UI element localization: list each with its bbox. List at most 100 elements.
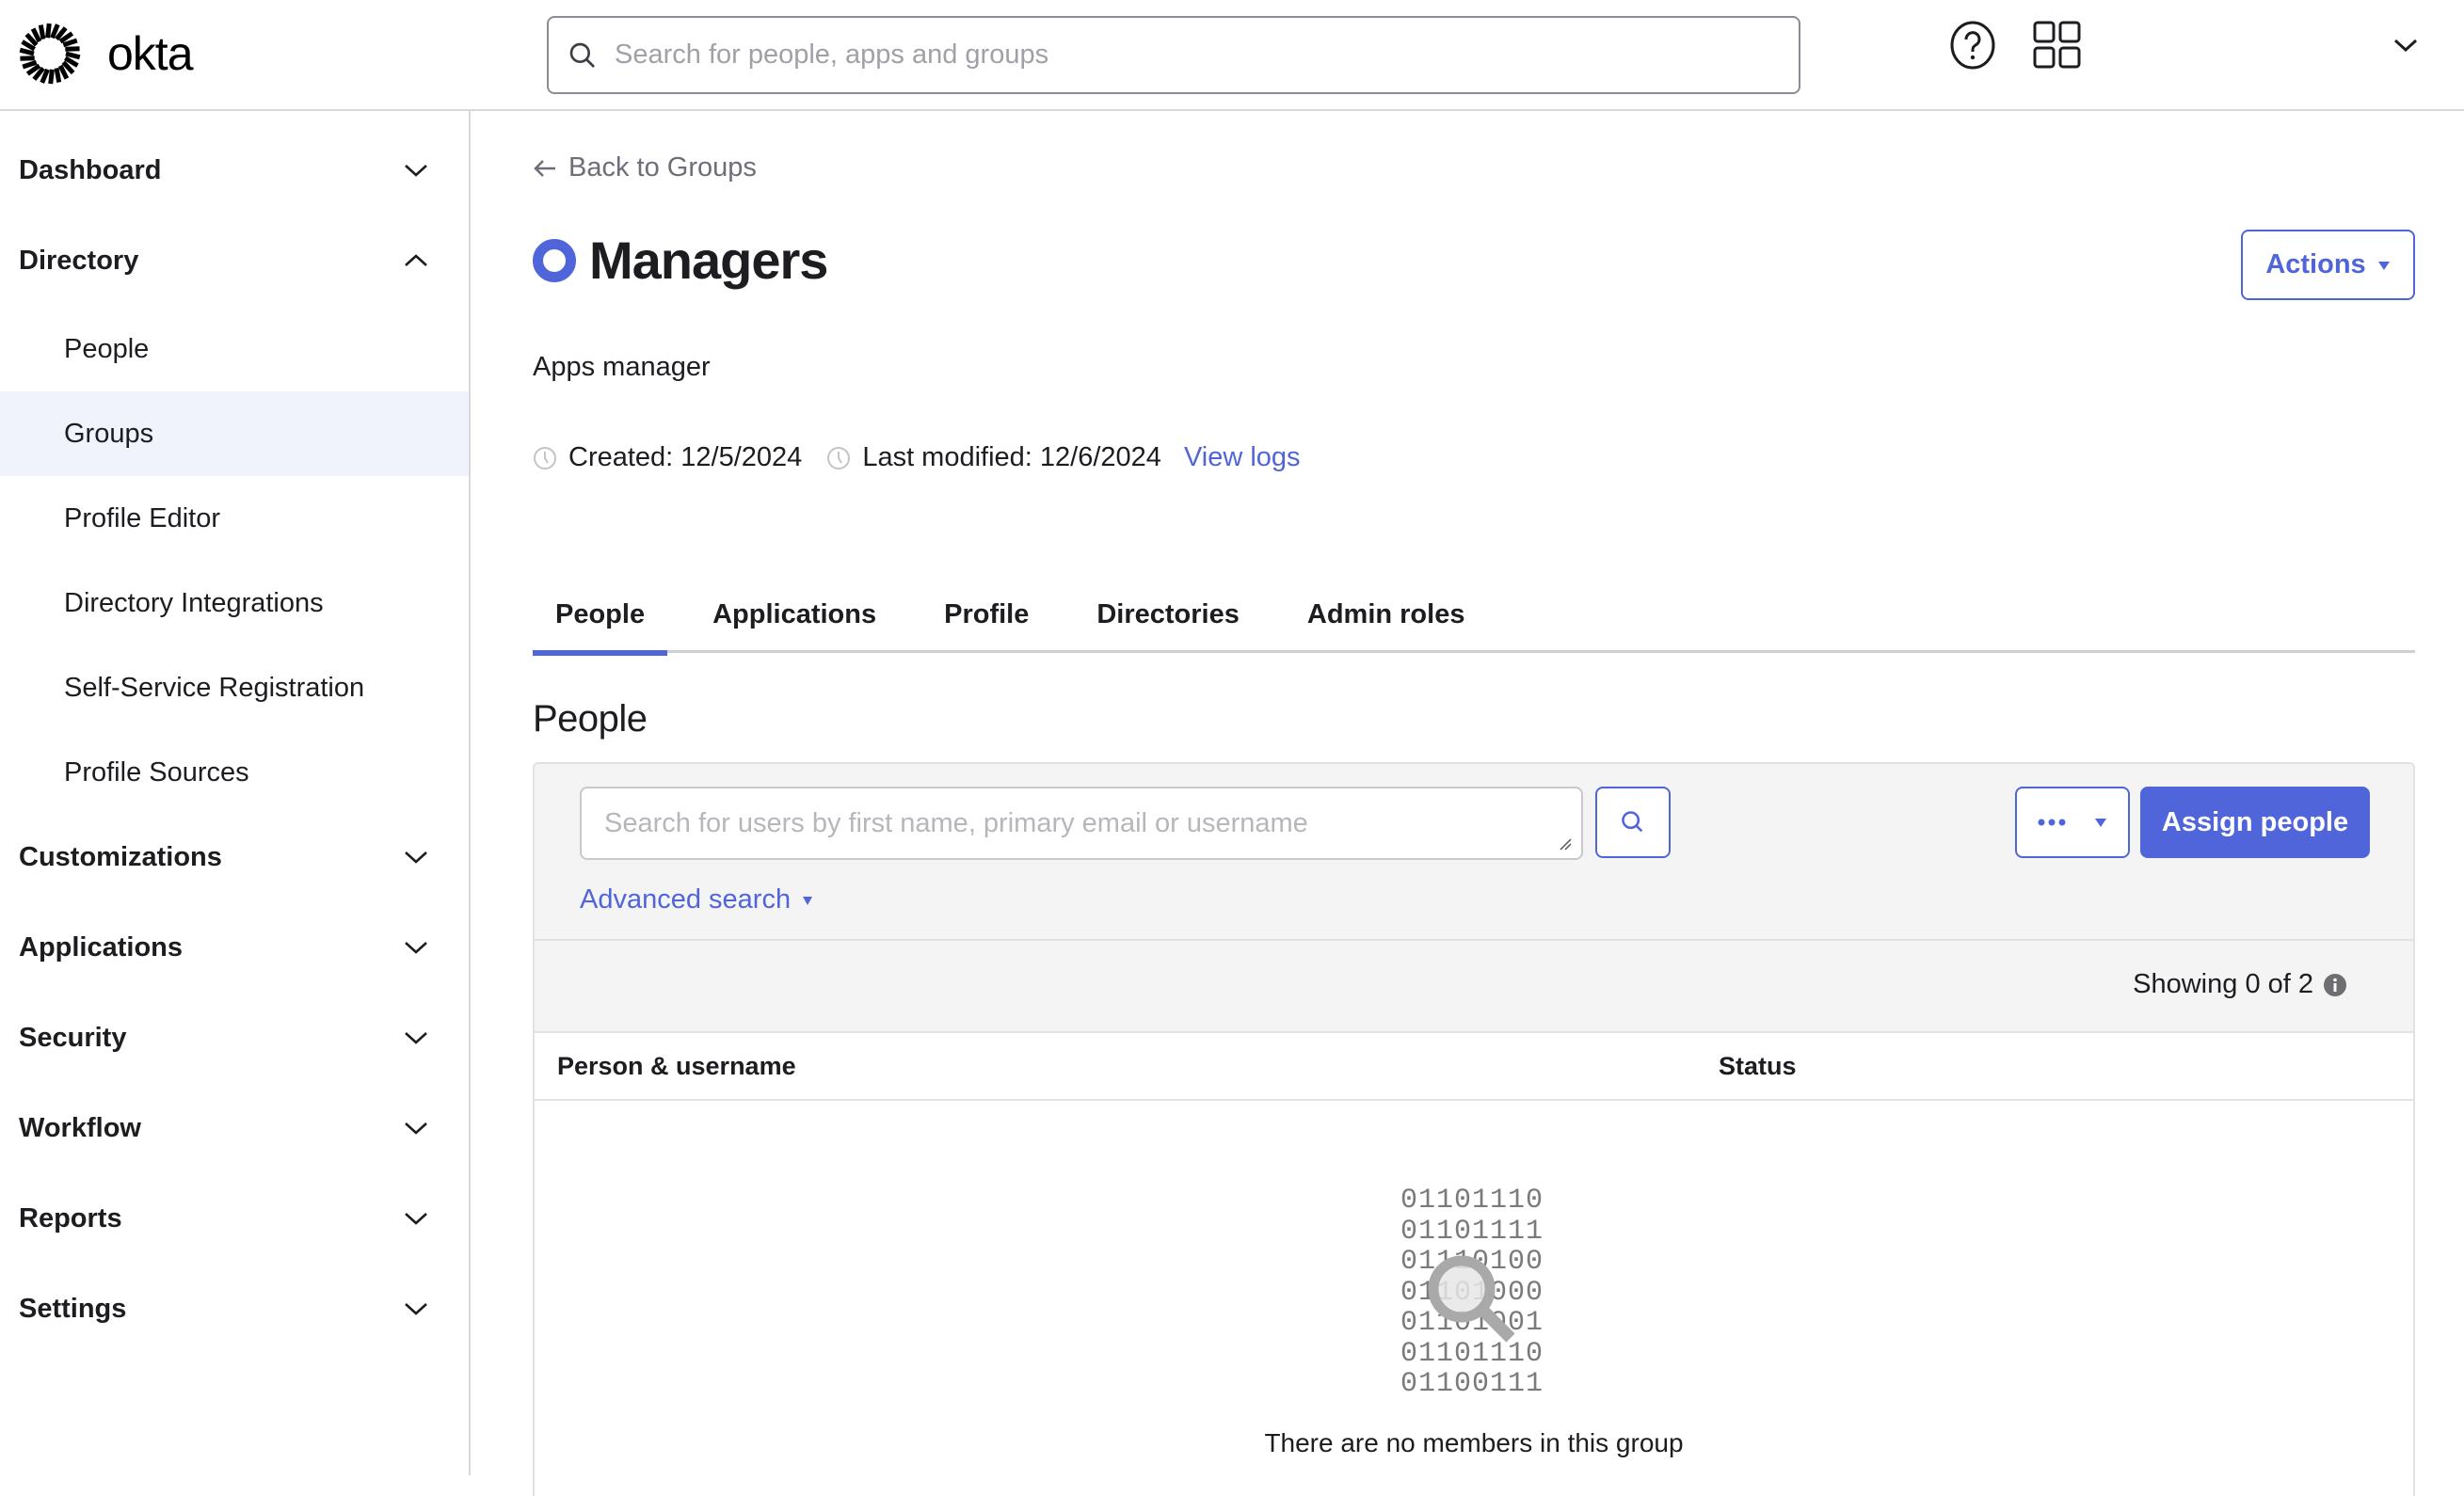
sidebar-item-label: People: [64, 334, 149, 365]
column-person-username[interactable]: Person & username: [557, 1052, 796, 1081]
more-dots-icon: [2038, 818, 2066, 827]
actions-dropdown-button[interactable]: Actions: [2241, 230, 2415, 300]
sidebar-item-reports[interactable]: Reports: [0, 1176, 469, 1261]
advanced-search-toggle[interactable]: Advanced search: [580, 884, 813, 915]
sidebar-item-label: Workflow: [19, 1113, 141, 1144]
magnifier-icon: [1424, 1251, 1528, 1355]
tab-profile[interactable]: Profile: [921, 583, 1051, 653]
sidebar-item-directory-integrations[interactable]: Directory Integrations: [0, 561, 469, 645]
user-search-input[interactable]: [582, 788, 1523, 858]
empty-state-message: There are no members in this group: [535, 1428, 2413, 1458]
view-logs-link[interactable]: View logs: [1184, 442, 1301, 473]
sunburst-ray: [20, 50, 34, 54]
sidebar-item-label: Customizations: [19, 842, 222, 873]
more-options-button[interactable]: [2015, 787, 2130, 858]
column-status[interactable]: Status: [1719, 1052, 1797, 1081]
resize-grip-icon[interactable]: [1559, 837, 1572, 851]
sidebar-nav: Dashboard Directory People Groups Profile Ed…: [0, 111, 471, 1475]
brand-name: okta: [107, 26, 193, 81]
arrow-left-icon: [533, 158, 557, 179]
sidebar-item-label: Directory: [19, 246, 138, 277]
chevron-down-icon: [403, 1120, 429, 1137]
help-button[interactable]: [1946, 19, 1999, 72]
sunburst-ray: [63, 40, 76, 45]
chevron-down-icon: [403, 1210, 429, 1227]
caret-down-icon: [2094, 817, 2107, 828]
okta-logo[interactable]: okta: [17, 21, 193, 87]
clock-icon: [826, 446, 851, 470]
okta-sunburst-icon: [17, 21, 83, 87]
page-title: Managers: [589, 230, 827, 291]
sunburst-ray: [40, 25, 43, 40]
sidebar-item-workflow[interactable]: Workflow: [0, 1086, 469, 1170]
chevron-down-icon: [403, 162, 429, 179]
tab-directories[interactable]: Directories: [1074, 583, 1262, 653]
tab-admin-roles[interactable]: Admin roles: [1285, 583, 1488, 653]
caret-down-icon: [802, 895, 813, 906]
last-modified-date: Last modified: 12/6/2024: [862, 442, 1161, 473]
people-panel: Advanced search Assign people Showing 0 …: [533, 762, 2415, 1496]
chevron-down-icon: [2393, 38, 2418, 53]
back-link-label: Back to Groups: [568, 152, 757, 183]
tab-applications[interactable]: Applications: [690, 583, 899, 653]
sidebar-item-profile-sources[interactable]: Profile Sources: [0, 730, 469, 815]
sunburst-ray: [51, 70, 53, 84]
sunburst-ray: [56, 68, 59, 82]
user-menu-toggle[interactable]: [2379, 19, 2432, 72]
chevron-down-icon: [403, 1300, 429, 1317]
divider: [535, 939, 2413, 941]
sidebar-item-label: Reports: [19, 1203, 122, 1234]
sidebar-item-profile-editor[interactable]: Profile Editor: [0, 476, 469, 561]
chevron-down-icon: [403, 939, 429, 956]
results-count-label: Showing 0 of 2: [2133, 969, 2313, 1000]
sidebar-item-self-service-registration[interactable]: Self-Service Registration: [0, 645, 469, 730]
section-title: People: [533, 698, 648, 740]
binary-row: 01100111: [1400, 1369, 1544, 1400]
caret-down-icon: [2377, 260, 2391, 271]
global-search[interactable]: [547, 16, 1800, 94]
top-header: okta: [0, 0, 2464, 111]
app-switcher-button[interactable]: [2031, 19, 2084, 72]
sidebar-item-label: Profile Editor: [64, 503, 220, 534]
sidebar-item-applications[interactable]: Applications: [0, 905, 469, 990]
search-icon: [1620, 809, 1646, 836]
sidebar-item-dashboard[interactable]: Dashboard: [0, 128, 469, 213]
chevron-up-icon: [403, 252, 429, 269]
sidebar-item-groups[interactable]: Groups: [0, 391, 469, 476]
sunburst-ray: [48, 24, 50, 38]
results-count: Showing 0 of 2: [2133, 969, 2347, 1000]
table-header: Person & username Status: [535, 1033, 2413, 1101]
sunburst-ray: [23, 62, 36, 67]
sidebar-item-customizations[interactable]: Customizations: [0, 815, 469, 899]
group-metadata: Created: 12/5/2024 Last modified: 12/6/2…: [533, 442, 1301, 473]
sidebar-item-people[interactable]: People: [0, 307, 469, 391]
page-title-row: Managers: [533, 230, 827, 291]
sidebar-item-label: Applications: [19, 932, 183, 963]
sunburst-ray: [66, 54, 80, 57]
user-search-field[interactable]: [580, 787, 1583, 860]
sidebar-item-label: Groups: [64, 419, 153, 450]
chevron-down-icon: [403, 849, 429, 866]
info-icon[interactable]: [2323, 973, 2347, 997]
sidebar-item-label: Self-Service Registration: [64, 673, 364, 704]
empty-state: 0110111001101111011101000110100001101001…: [535, 1101, 2413, 1496]
help-circle-icon: [1947, 20, 1998, 71]
sidebar-item-settings[interactable]: Settings: [0, 1266, 469, 1351]
user-search-button[interactable]: [1595, 787, 1671, 858]
sidebar-item-label: Security: [19, 1023, 126, 1054]
search-icon: [568, 40, 598, 71]
tab-people[interactable]: People: [533, 583, 667, 653]
global-search-input[interactable]: [615, 40, 1744, 71]
group-icon: [533, 239, 576, 282]
sidebar-item-label: Profile Sources: [64, 757, 249, 788]
group-description: Apps manager: [533, 352, 711, 383]
group-tabs: People Applications Profile Directories …: [533, 583, 2415, 653]
sidebar-item-label: Settings: [19, 1294, 126, 1325]
back-to-groups-link[interactable]: Back to Groups: [533, 152, 757, 183]
created-date: Created: 12/5/2024: [568, 442, 802, 473]
sidebar-item-directory[interactable]: Directory: [0, 218, 469, 303]
advanced-search-label: Advanced search: [580, 884, 791, 915]
clock-icon: [533, 446, 557, 470]
assign-people-button[interactable]: Assign people: [2140, 787, 2370, 858]
sidebar-item-security[interactable]: Security: [0, 995, 469, 1080]
